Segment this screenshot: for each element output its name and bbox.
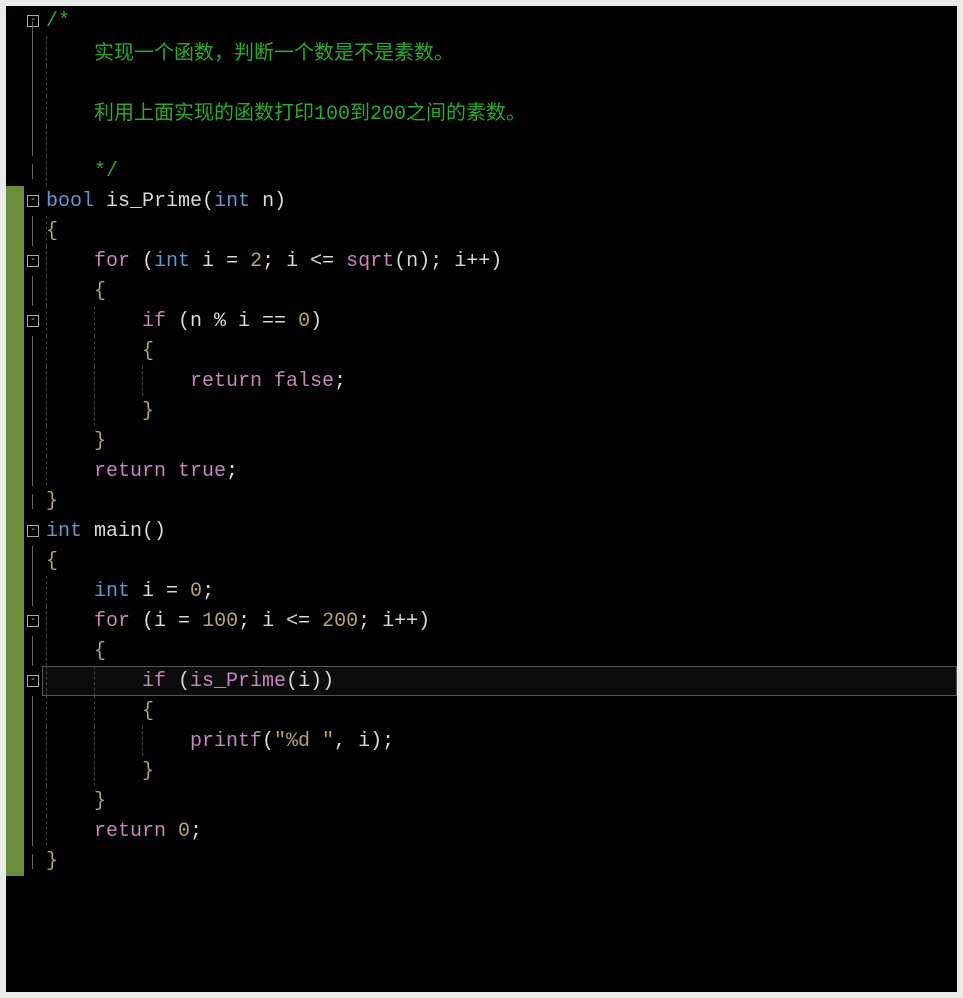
fold-toggle-icon[interactable]: - xyxy=(27,675,39,687)
function-name: is_Prime xyxy=(94,190,202,213)
code-line[interactable]: { xyxy=(6,276,957,306)
code-line[interactable]: { xyxy=(6,216,957,246)
code-line[interactable]: - bool is_Prime(int n) xyxy=(6,186,957,216)
if-keyword: if xyxy=(142,670,178,693)
brace-open: { xyxy=(94,280,106,303)
comment-open: /* xyxy=(46,10,70,33)
code-line[interactable]: } xyxy=(6,426,957,456)
code-line[interactable]: return 0; xyxy=(6,816,957,846)
fold-toggle-icon[interactable]: - xyxy=(27,15,39,27)
brace-open: { xyxy=(46,220,58,243)
for-keyword: for xyxy=(94,250,142,273)
type-keyword: int xyxy=(46,520,82,543)
code-line[interactable]: } xyxy=(6,756,957,786)
code-line[interactable]: - if (is_Prime(i)) xyxy=(6,666,957,696)
code-line[interactable]: int i = 0; xyxy=(6,576,957,606)
code-line[interactable] xyxy=(6,66,957,96)
code-line[interactable]: { xyxy=(6,546,957,576)
return-keyword: return xyxy=(94,820,166,843)
printf-call: printf xyxy=(190,730,262,753)
code-editor[interactable]: - /* 实现一个函数，判断一个数是不是素数。 利用上面实现的函数打印100到2… xyxy=(6,6,957,992)
code-line[interactable]: return false; xyxy=(6,366,957,396)
type-keyword: bool xyxy=(46,190,94,213)
fold-toggle-icon[interactable]: - xyxy=(27,195,39,207)
code-line[interactable]: - for (i = 100; i <= 200; i++) xyxy=(6,606,957,636)
code-line[interactable]: } xyxy=(6,396,957,426)
code-line[interactable]: } xyxy=(6,486,957,516)
comment-text: 实现一个函数，判断一个数是不是素数。 xyxy=(94,36,454,66)
code-line[interactable]: printf("%d ", i); xyxy=(6,726,957,756)
function-name: main xyxy=(82,520,142,543)
code-line[interactable]: */ xyxy=(6,156,957,186)
comment-text: 利用上面实现的函数打印100到200之间的素数。 xyxy=(94,96,526,126)
code-line[interactable]: - if (n % i == 0) xyxy=(6,306,957,336)
code-line[interactable]: 利用上面实现的函数打印100到200之间的素数。 xyxy=(6,96,957,126)
comment-close: */ xyxy=(94,160,118,183)
code-line[interactable]: } xyxy=(6,846,957,876)
code-line[interactable]: } xyxy=(6,786,957,816)
code-line[interactable]: - int main() xyxy=(6,516,957,546)
fold-toggle-icon[interactable]: - xyxy=(27,525,39,537)
fold-toggle-icon[interactable]: - xyxy=(27,255,39,267)
return-keyword: return xyxy=(190,370,262,393)
for-keyword: for xyxy=(94,610,142,633)
code-line[interactable] xyxy=(6,126,957,156)
code-line[interactable]: { xyxy=(6,696,957,726)
modification-marker xyxy=(6,186,24,216)
code-line[interactable]: { xyxy=(6,336,957,366)
if-keyword: if xyxy=(142,310,178,333)
fold-toggle-icon[interactable]: - xyxy=(27,615,39,627)
code-line[interactable]: - for (int i = 2; i <= sqrt(n); i++) xyxy=(6,246,957,276)
code-line[interactable]: return true; xyxy=(6,456,957,486)
code-line[interactable]: { xyxy=(6,636,957,666)
code-line[interactable]: - /* xyxy=(6,6,957,36)
fold-toggle-icon[interactable]: - xyxy=(27,315,39,327)
code-line[interactable]: 实现一个函数，判断一个数是不是素数。 xyxy=(6,36,957,66)
